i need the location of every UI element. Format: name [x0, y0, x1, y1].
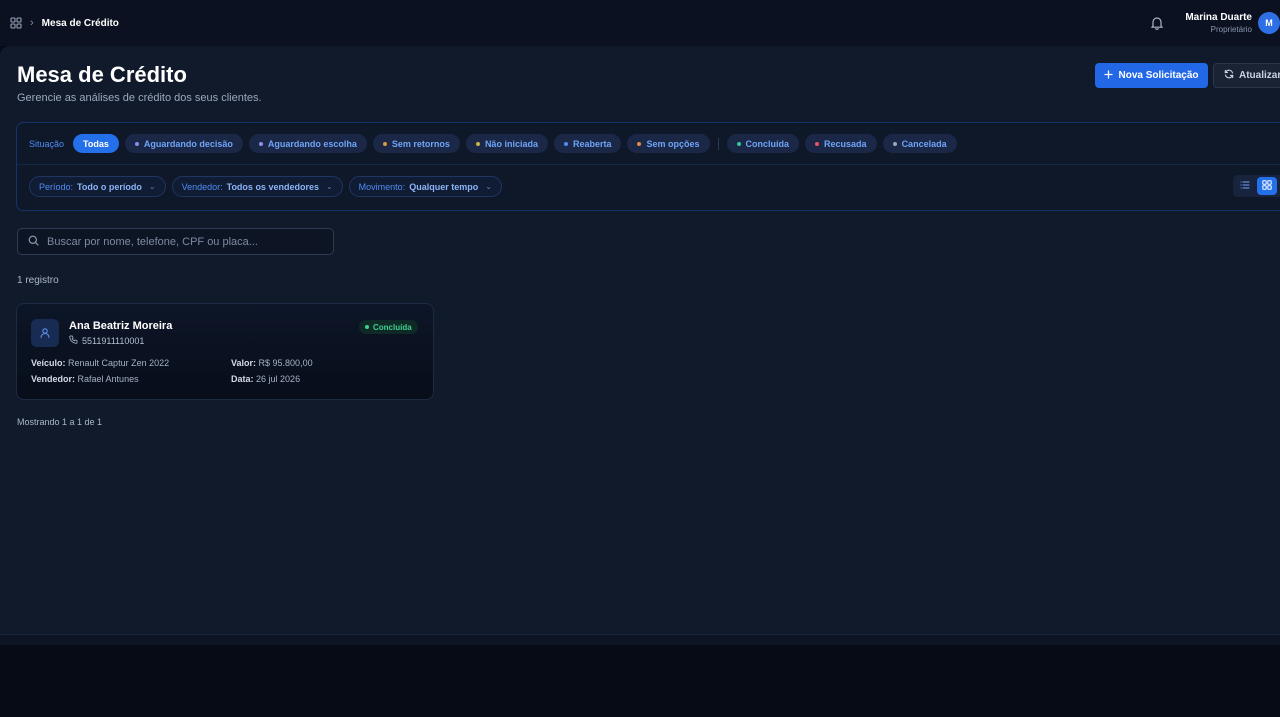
- pagination-info: Mostrando 1 a 1 de 1: [17, 417, 103, 427]
- period-dropdown[interactable]: Período: Todo o período ⌄: [29, 176, 166, 197]
- status-chip-sem-retornos[interactable]: Sem retornos: [372, 134, 460, 153]
- filter-panel: Situação Todas Aguardando decisão Aguard…: [16, 122, 1280, 211]
- dropdown-filter-row: Período: Todo o período ⌄ Vendedor: Todo…: [29, 176, 502, 197]
- date-field: Data: 26 jul 2026: [231, 374, 301, 384]
- new-request-label: Nova Solicitação: [1118, 70, 1199, 81]
- status-filter-row: Situação Todas Aguardando decisão Aguard…: [29, 134, 957, 153]
- bell-icon[interactable]: [1149, 15, 1165, 31]
- client-name: Ana Beatriz Moreira: [69, 320, 173, 332]
- status-chip-concluida[interactable]: Concluída: [726, 134, 800, 153]
- status-dot: [892, 141, 897, 146]
- status-chip-reaberta[interactable]: Reaberta: [553, 134, 622, 153]
- chevron-down-icon: ⌄: [148, 182, 156, 191]
- plus-icon: [1104, 69, 1114, 82]
- status-dot: [736, 141, 741, 146]
- chip-separator: [717, 137, 719, 150]
- status-dot: [475, 141, 480, 146]
- results-count: 1 registro: [17, 275, 59, 286]
- status-badge: Concluída: [359, 320, 418, 334]
- phone-icon: [69, 335, 78, 346]
- list-view-button[interactable]: [1235, 177, 1255, 195]
- search-input[interactable]: [47, 235, 317, 248]
- status-dot: [134, 141, 139, 146]
- status-dot: [637, 141, 642, 146]
- list-icon: [1240, 177, 1250, 195]
- grid-view-button[interactable]: [1257, 177, 1277, 195]
- grid-icon: [1262, 177, 1272, 195]
- chevron-right-icon: ›: [30, 17, 34, 29]
- refresh-label: Atualizar: [1239, 70, 1280, 81]
- vehicle-field: Veículo: Renault Captur Zen 2022: [31, 358, 170, 368]
- status-dot: [815, 141, 820, 146]
- chevron-down-icon: ⌄: [325, 182, 333, 191]
- user-icon: [31, 319, 59, 347]
- seller-dropdown[interactable]: Vendedor: Todos os vendedores ⌄: [171, 176, 343, 197]
- value-field: Valor: R$ 95.800,00: [231, 358, 313, 368]
- status-dot: [258, 141, 263, 146]
- status-chip-todas[interactable]: Todas: [73, 134, 119, 153]
- user-info[interactable]: Marina Duarte Proprietário: [1185, 12, 1252, 35]
- user-role: Proprietário: [1210, 24, 1252, 34]
- view-toggle: [1233, 175, 1280, 197]
- user-name: Marina Duarte: [1185, 11, 1252, 23]
- chevron-down-icon: ⌄: [485, 182, 492, 191]
- client-phone: 5511911110001: [69, 335, 144, 346]
- page-subtitle: Gerencie as análises de crédito dos seus…: [17, 92, 262, 104]
- divider: [17, 164, 1280, 165]
- refresh-icon: [1224, 69, 1234, 82]
- movement-dropdown[interactable]: Movimento: Qualquer tempo ⌄: [348, 176, 502, 197]
- breadcrumb-current: Mesa de Crédito: [41, 17, 119, 29]
- status-chip-aguardando-escolha[interactable]: Aguardando escolha: [248, 134, 367, 153]
- refresh-button[interactable]: Atualizar: [1213, 63, 1280, 88]
- main-panel: Mesa de Crédito Gerencie as análises de …: [0, 46, 1280, 635]
- status-dot: [382, 141, 387, 146]
- status-dot: [563, 141, 568, 146]
- new-request-button[interactable]: Nova Solicitação: [1095, 63, 1208, 88]
- status-chip-nao-iniciada[interactable]: Não iniciada: [465, 134, 548, 153]
- status-chip-recusada[interactable]: Recusada: [805, 134, 877, 153]
- status-dot: [365, 325, 369, 329]
- search-icon: [28, 233, 39, 251]
- page-title: Mesa de Crédito: [17, 62, 187, 87]
- avatar[interactable]: M: [1258, 12, 1280, 34]
- search-box[interactable]: [17, 228, 334, 255]
- apps-grid-icon[interactable]: [10, 17, 22, 29]
- seller-field: Vendedor: Rafael Antunes: [31, 374, 139, 384]
- credit-card-item[interactable]: Ana Beatriz Moreira 5511911110001 Conclu…: [16, 303, 434, 400]
- footer-strip: [0, 635, 1280, 645]
- status-chip-cancelada[interactable]: Cancelada: [882, 134, 957, 153]
- status-chip-sem-opcoes[interactable]: Sem opções: [627, 134, 710, 153]
- status-filter-label: Situação: [29, 138, 65, 149]
- status-chip-aguardando-decisao[interactable]: Aguardando decisão: [124, 134, 243, 153]
- top-bar: › Mesa de Crédito Marina Duarte Propriet…: [0, 0, 1280, 46]
